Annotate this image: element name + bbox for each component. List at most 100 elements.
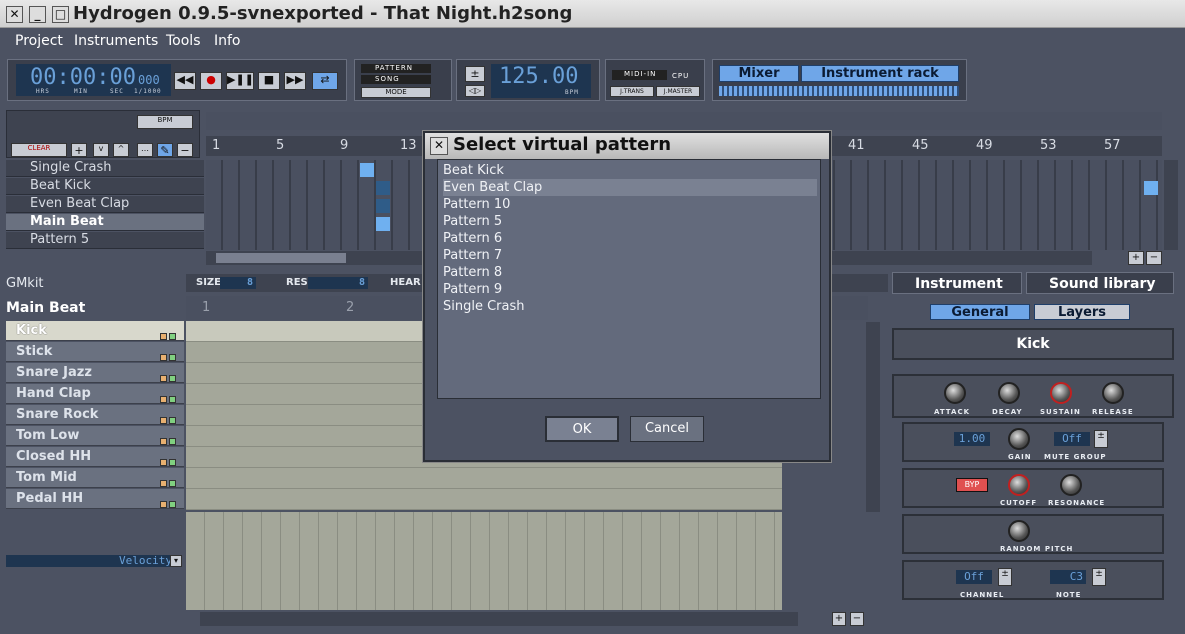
record-button[interactable]: ●: [200, 72, 222, 90]
bpm-button[interactable]: BPM: [137, 115, 193, 129]
add-pattern-button[interactable]: +: [71, 143, 87, 157]
resolution-field[interactable]: 8: [308, 277, 368, 289]
mute-group-stepper[interactable]: ±: [1094, 430, 1108, 448]
mute-group-field[interactable]: Off: [1054, 432, 1090, 446]
pattern-vscrollbar[interactable]: [866, 322, 880, 512]
mode-button[interactable]: MODE: [361, 87, 431, 98]
song-cell[interactable]: [360, 163, 374, 177]
pattern-list[interactable]: Beat Kick Even Beat Clap Pattern 10 Patt…: [437, 159, 821, 399]
song-cell[interactable]: [1144, 181, 1158, 195]
clear-button[interactable]: CLEAR: [11, 143, 67, 157]
menu-instruments[interactable]: Instruments: [74, 33, 158, 49]
instrument-row-pedal-hh[interactable]: Pedal HH: [6, 489, 184, 509]
menu-info[interactable]: Info: [214, 33, 241, 49]
velocity-editor[interactable]: [186, 512, 782, 610]
release-knob[interactable]: [1102, 382, 1124, 404]
pattern-mode-button[interactable]: PATTERN: [361, 64, 431, 73]
size-field[interactable]: 8: [220, 277, 256, 289]
song-cell[interactable]: [376, 217, 390, 231]
list-item[interactable]: Even Beat Clap: [443, 179, 817, 196]
note-stepper[interactable]: ±: [1092, 568, 1106, 586]
fast-forward-button[interactable]: ▶▶: [284, 72, 306, 90]
draw-tool-button[interactable]: ✎: [157, 143, 173, 157]
title-bar: ✕ _ □ Hydrogen 0.9.5-svnexported - That …: [0, 0, 1185, 28]
instrument-row-tom-low[interactable]: Tom Low: [6, 426, 184, 446]
instrument-row-stick[interactable]: Stick: [6, 342, 184, 362]
song-zoom-in-button[interactable]: +: [1128, 251, 1144, 265]
remove-button[interactable]: −: [177, 143, 193, 157]
rewind-button[interactable]: ◀◀: [174, 72, 196, 90]
note-field[interactable]: C3: [1050, 570, 1086, 584]
instrument-row-closed-hh[interactable]: Closed HH: [6, 447, 184, 467]
loop-button[interactable]: ⇄: [312, 72, 338, 90]
gain-field[interactable]: 1.00: [954, 432, 990, 446]
cancel-button[interactable]: Cancel: [630, 416, 704, 442]
pattern-row-pattern-5[interactable]: Pattern 5: [6, 232, 204, 249]
instrument-row-snare-rock[interactable]: Snare Rock: [6, 405, 184, 425]
bypass-button[interactable]: BYP: [956, 478, 988, 492]
gain-knob[interactable]: [1008, 428, 1030, 450]
menu-tools[interactable]: Tools: [166, 33, 201, 49]
list-item[interactable]: Single Crash: [443, 298, 525, 315]
pattern-zoom-in-button[interactable]: +: [832, 612, 846, 626]
jack-transport-button[interactable]: J.TRANS: [610, 86, 654, 97]
ok-button[interactable]: OK: [545, 416, 619, 442]
tab-sound-library[interactable]: Sound library: [1026, 272, 1174, 294]
decay-knob[interactable]: [998, 382, 1020, 404]
list-item[interactable]: Pattern 10: [443, 196, 510, 213]
list-item[interactable]: Pattern 9: [443, 281, 502, 298]
instrument-row-hand-clap[interactable]: Hand Clap: [6, 384, 184, 404]
bpm-display[interactable]: 125.00 BPM: [491, 64, 591, 98]
list-item[interactable]: Pattern 8: [443, 264, 502, 281]
maximize-icon[interactable]: □: [52, 6, 69, 23]
instrument-label: Snare Jazz: [16, 365, 92, 380]
resonance-knob[interactable]: [1060, 474, 1082, 496]
play-pause-button[interactable]: ▶❚❚: [226, 72, 254, 90]
list-item[interactable]: Pattern 5: [443, 213, 502, 230]
move-down-button[interactable]: v: [93, 143, 109, 157]
song-cell[interactable]: [376, 181, 390, 195]
jack-master-button[interactable]: J.MASTER: [656, 86, 700, 97]
song-zoom-out-button[interactable]: −: [1146, 251, 1162, 265]
tab-layers[interactable]: Layers: [1034, 304, 1130, 320]
song-cell[interactable]: [376, 199, 390, 213]
mixer-button[interactable]: Mixer: [719, 65, 799, 82]
song-mode-button[interactable]: SONG: [361, 75, 431, 84]
close-icon[interactable]: ✕: [6, 6, 23, 23]
channel-field[interactable]: Off: [956, 570, 992, 584]
list-item[interactable]: Pattern 7: [443, 247, 502, 264]
select-tool-button[interactable]: …: [137, 143, 153, 157]
minimize-icon[interactable]: _: [29, 6, 46, 23]
property-selector[interactable]: Velocity: [6, 555, 176, 567]
metronome-button[interactable]: ◁▷: [465, 85, 485, 97]
chevron-down-icon[interactable]: ▾: [170, 555, 182, 567]
tab-instrument[interactable]: Instrument: [892, 272, 1022, 294]
instrument-row-tom-mid[interactable]: Tom Mid: [6, 468, 184, 488]
instrument-rack-button[interactable]: Instrument rack: [801, 65, 959, 82]
pattern-zoom-out-button[interactable]: −: [850, 612, 864, 626]
dialog-close-icon[interactable]: ✕: [430, 137, 448, 155]
channel-stepper[interactable]: ±: [998, 568, 1012, 586]
sustain-knob[interactable]: [1050, 382, 1072, 404]
pattern-hscrollbar[interactable]: [200, 612, 798, 626]
cutoff-knob[interactable]: [1008, 474, 1030, 496]
attack-knob[interactable]: [944, 382, 966, 404]
ruler-49: 49: [976, 138, 993, 153]
pattern-row-main-beat[interactable]: Main Beat: [6, 214, 204, 231]
menu-bar: Project Instruments Tools Info: [0, 28, 1185, 56]
pattern-row-beat-kick[interactable]: Beat Kick: [6, 178, 204, 195]
pattern-row-even-beat-clap[interactable]: Even Beat Clap: [6, 196, 204, 213]
move-up-button[interactable]: ^: [113, 143, 129, 157]
pattern-row-single-crash[interactable]: Single Crash: [6, 160, 204, 177]
list-item[interactable]: Beat Kick: [443, 162, 817, 179]
list-item[interactable]: Pattern 6: [443, 230, 502, 247]
random-pitch-knob[interactable]: [1008, 520, 1030, 542]
instrument-row-snare-jazz[interactable]: Snare Jazz: [6, 363, 184, 383]
menu-project[interactable]: Project: [15, 33, 63, 49]
instrument-row-kick[interactable]: Kick: [6, 321, 184, 341]
tab-general[interactable]: General: [930, 304, 1030, 320]
song-hscroll-thumb[interactable]: [216, 253, 346, 263]
stop-button[interactable]: ■: [258, 72, 280, 90]
bpm-tap-button[interactable]: ±: [465, 66, 485, 82]
song-vscrollbar[interactable]: [1164, 160, 1178, 250]
